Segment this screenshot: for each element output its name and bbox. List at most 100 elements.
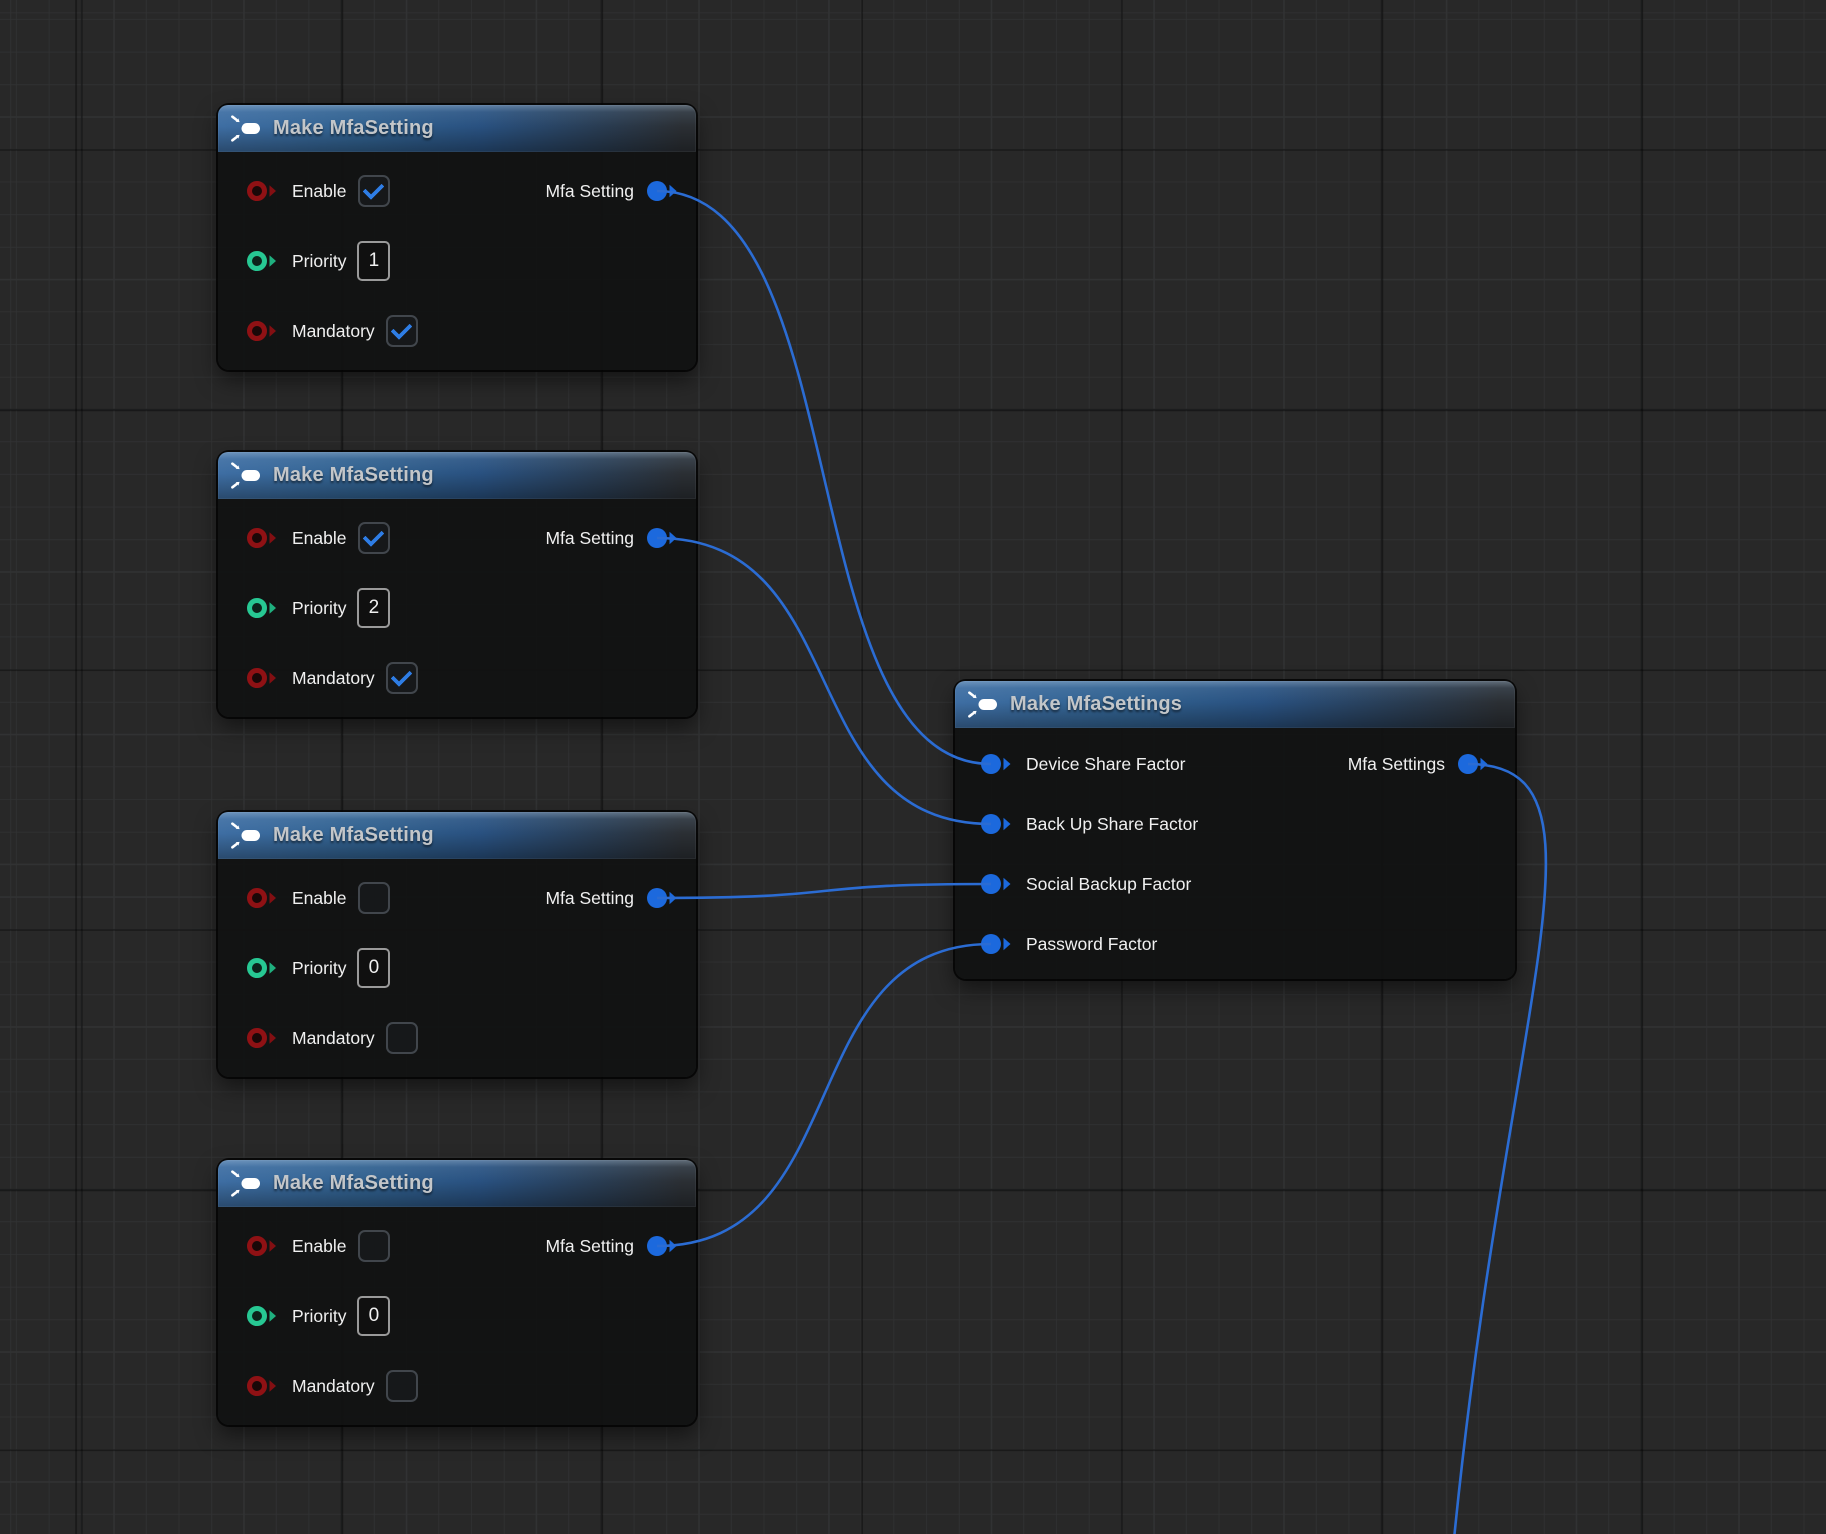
pin-row-priority: Priority 0 [218, 1293, 696, 1339]
output-pin-label: Mfa Setting [545, 181, 634, 202]
pin-row-password-factor: Password Factor [955, 921, 1515, 967]
node-make-mfasetting-3[interactable]: Make MfaSetting Mfa Setting Enable Prior… [218, 812, 696, 1077]
node-title: Make MfaSetting [273, 117, 434, 140]
output-pin-row: Mfa Setting [545, 515, 681, 561]
pin-row-mandatory: Mandatory [218, 308, 696, 354]
priority-input[interactable]: 1 [357, 241, 390, 281]
node-make-mfasetting-4[interactable]: Make MfaSetting Mfa Setting Enable Prior… [218, 1160, 696, 1425]
node-body: Mfa Setting Enable Priority 0 Mandato [218, 859, 696, 1077]
pin-row-priority: Priority 1 [218, 238, 696, 284]
pin-label: Priority [292, 958, 346, 979]
struct-output-pin-icon[interactable] [645, 179, 681, 203]
node-header[interactable]: Make MfaSettings [955, 681, 1515, 728]
make-struct-icon [231, 115, 261, 142]
enable-checkbox[interactable] [358, 522, 390, 554]
pin-label: Enable [292, 888, 347, 909]
int-pin-icon[interactable] [245, 956, 281, 980]
pin-label: Priority [292, 598, 346, 619]
struct-pin-icon[interactable] [979, 872, 1015, 896]
priority-input[interactable]: 0 [357, 1296, 390, 1336]
blueprint-graph-canvas[interactable]: Make MfaSetting Mfa Setting Enable Prior… [0, 0, 1826, 1534]
pin-row-social-backup-factor: Social Backup Factor [955, 861, 1515, 907]
pin-label: Password Factor [1026, 934, 1157, 955]
pin-row-mandatory: Mandatory [218, 1015, 696, 1061]
output-pin-row: Mfa Setting [545, 875, 681, 921]
output-pin-row: Mfa Setting [545, 168, 681, 214]
output-pin-label: Mfa Settings [1348, 754, 1445, 775]
output-pin-label: Mfa Setting [545, 888, 634, 909]
pin-label: Enable [292, 528, 347, 549]
bool-pin-icon[interactable] [245, 179, 281, 203]
make-struct-icon [231, 1170, 261, 1197]
pin-label: Mandatory [292, 1376, 375, 1397]
node-header[interactable]: Make MfaSetting [218, 452, 696, 499]
output-pin-label: Mfa Setting [545, 528, 634, 549]
priority-input[interactable]: 2 [357, 588, 390, 628]
make-struct-icon [231, 462, 261, 489]
output-pin-row: Mfa Setting [545, 1223, 681, 1269]
bool-pin-icon[interactable] [245, 319, 281, 343]
bool-pin-icon[interactable] [245, 1374, 281, 1398]
node-make-mfasettings[interactable]: Make MfaSettings Mfa Settings Device Sha… [955, 681, 1515, 979]
enable-checkbox[interactable] [358, 175, 390, 207]
node-body: Mfa Setting Enable Priority 2 Mandato [218, 499, 696, 717]
pin-row-priority: Priority 2 [218, 585, 696, 631]
bool-pin-icon[interactable] [245, 886, 281, 910]
struct-output-pin-icon[interactable] [645, 886, 681, 910]
pin-label: Social Backup Factor [1026, 874, 1191, 895]
pin-label: Mandatory [292, 1028, 375, 1049]
wire-setting2-to-backup-share-factor[interactable] [657, 538, 991, 824]
node-header[interactable]: Make MfaSetting [218, 1160, 696, 1207]
pin-label: Mandatory [292, 668, 375, 689]
make-struct-icon [231, 822, 261, 849]
struct-output-pin-icon[interactable] [645, 1234, 681, 1258]
struct-pin-icon[interactable] [979, 812, 1015, 836]
pin-row-mandatory: Mandatory [218, 1363, 696, 1409]
pin-label: Enable [292, 181, 347, 202]
pin-label: Enable [292, 1236, 347, 1257]
node-make-mfasetting-1[interactable]: Make MfaSetting Mfa Setting Enable Prior… [218, 105, 696, 370]
priority-input[interactable]: 0 [357, 948, 390, 988]
struct-output-pin-icon[interactable] [645, 526, 681, 550]
int-pin-icon[interactable] [245, 1304, 281, 1328]
struct-pin-icon[interactable] [979, 752, 1015, 776]
mandatory-checkbox[interactable] [386, 1022, 418, 1054]
node-title: Make MfaSetting [273, 824, 434, 847]
pin-label: Mandatory [292, 321, 375, 342]
node-header[interactable]: Make MfaSetting [218, 105, 696, 152]
pin-row-priority: Priority 0 [218, 945, 696, 991]
node-body: Mfa Setting Enable Priority 0 Mandato [218, 1207, 696, 1425]
wire-setting3-to-social-backup-factor[interactable] [657, 884, 991, 898]
bool-pin-icon[interactable] [245, 666, 281, 690]
pin-label: Priority [292, 251, 346, 272]
pin-label: Priority [292, 1306, 346, 1327]
node-header[interactable]: Make MfaSetting [218, 812, 696, 859]
pin-row-back-up-share-factor: Back Up Share Factor [955, 801, 1515, 847]
bool-pin-icon[interactable] [245, 526, 281, 550]
wire-setting1-to-device-share-factor[interactable] [657, 191, 991, 764]
struct-pin-icon[interactable] [979, 932, 1015, 956]
node-make-mfasetting-2[interactable]: Make MfaSetting Mfa Setting Enable Prior… [218, 452, 696, 717]
output-pin-row: Mfa Settings [1348, 741, 1492, 787]
mandatory-checkbox[interactable] [386, 662, 418, 694]
make-struct-icon [968, 691, 998, 718]
node-body: Mfa Setting Enable Priority 1 Mandato [218, 152, 696, 370]
pin-row-mandatory: Mandatory [218, 655, 696, 701]
output-pin-label: Mfa Setting [545, 1236, 634, 1257]
bool-pin-icon[interactable] [245, 1026, 281, 1050]
node-title: Make MfaSettings [1010, 693, 1182, 716]
struct-output-pin-icon[interactable] [1456, 752, 1492, 776]
bool-pin-icon[interactable] [245, 1234, 281, 1258]
int-pin-icon[interactable] [245, 249, 281, 273]
enable-checkbox[interactable] [358, 1230, 390, 1262]
int-pin-icon[interactable] [245, 596, 281, 620]
pin-label: Back Up Share Factor [1026, 814, 1198, 835]
node-title: Make MfaSetting [273, 1172, 434, 1195]
node-title: Make MfaSetting [273, 464, 434, 487]
enable-checkbox[interactable] [358, 882, 390, 914]
pin-label: Device Share Factor [1026, 754, 1186, 775]
mandatory-checkbox[interactable] [386, 1370, 418, 1402]
mandatory-checkbox[interactable] [386, 315, 418, 347]
node-body: Mfa Settings Device Share Factor Back Up… [955, 728, 1515, 979]
wire-setting4-to-password-factor[interactable] [657, 944, 991, 1246]
